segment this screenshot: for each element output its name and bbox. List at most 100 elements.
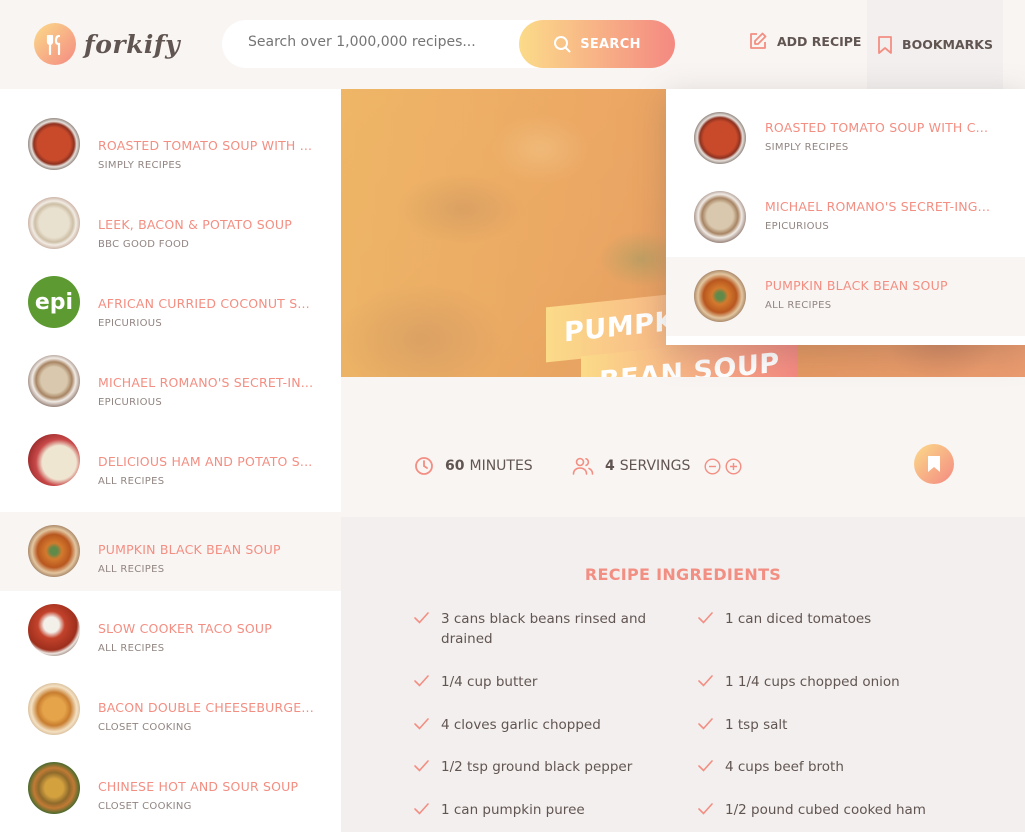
app-header: forkify SEARCH ADD RECIPE BOOKMARKS bbox=[0, 0, 1025, 89]
bookmark-publisher: ALL RECIPES bbox=[765, 300, 832, 311]
result-item[interactable]: DELICIOUS HAM AND POTATO S... ALL RECIPE… bbox=[0, 421, 341, 500]
add-recipe-label: ADD RECIPE bbox=[777, 33, 862, 49]
check-icon bbox=[414, 718, 429, 730]
search-input[interactable] bbox=[248, 34, 508, 50]
edit-icon bbox=[750, 32, 767, 49]
search-form: SEARCH bbox=[222, 20, 675, 68]
bookmark-icon bbox=[878, 35, 892, 54]
check-icon bbox=[414, 803, 429, 815]
result-item[interactable]: ROASTED TOMATO SOUP WITH ... SIMPLY RECI… bbox=[0, 105, 341, 184]
check-icon bbox=[414, 612, 429, 624]
recipe-ingredients: RECIPE INGREDIENTS 3 cans black beans ri… bbox=[341, 517, 1025, 832]
result-title: LEEK, BACON & POTATO SOUP bbox=[98, 217, 292, 232]
ingredient-item: 1/2 tsp ground black pepper bbox=[414, 757, 664, 777]
result-publisher: CLOSET COOKING bbox=[98, 722, 192, 733]
ingredient-item: 1/4 cup butter bbox=[414, 672, 664, 692]
search-icon bbox=[554, 36, 571, 53]
bookmarks-button[interactable]: BOOKMARKS bbox=[867, 0, 1003, 89]
add-recipe-button[interactable]: ADD RECIPE bbox=[748, 31, 861, 51]
check-icon bbox=[698, 803, 713, 815]
recipe-details: 60 MINUTES 4 SERVINGS bbox=[341, 377, 1025, 517]
result-title: AFRICAN CURRIED COCONUT S... bbox=[98, 296, 310, 311]
increase-servings-icon[interactable] bbox=[725, 457, 742, 475]
bookmarks-dropdown: ROASTED TOMATO SOUP WITH C... SIMPLY REC… bbox=[666, 89, 1025, 345]
servings-unit: SERVINGS bbox=[619, 458, 691, 474]
result-title: BACON DOUBLE CHEESEBURGE... bbox=[98, 700, 314, 715]
result-item[interactable]: BACON DOUBLE CHEESEBURGE... CLOSET COOKI… bbox=[0, 670, 341, 749]
users-icon bbox=[572, 457, 594, 475]
search-button-label: SEARCH bbox=[580, 36, 641, 52]
check-icon bbox=[414, 675, 429, 687]
cooking-time-value: 60 bbox=[445, 458, 465, 474]
bookmark-item[interactable]: MICHAEL ROMANO'S SECRET-ING... EPICURIOU… bbox=[666, 178, 1025, 257]
result-thumbnail bbox=[28, 118, 80, 170]
bookmarks-label: BOOKMARKS bbox=[902, 37, 993, 52]
result-thumbnail bbox=[28, 604, 80, 656]
result-title: CHINESE HOT AND SOUR SOUP bbox=[98, 779, 299, 794]
result-thumbnail bbox=[28, 434, 80, 486]
result-title: ROASTED TOMATO SOUP WITH ... bbox=[98, 138, 313, 153]
servings-value: 4 bbox=[605, 458, 615, 474]
bookmark-thumbnail bbox=[694, 112, 746, 164]
result-thumbnail bbox=[28, 525, 80, 577]
result-item[interactable]: LEEK, BACON & POTATO SOUP BBC GOOD FOOD bbox=[0, 184, 341, 263]
cooking-time-unit: MINUTES bbox=[469, 458, 533, 474]
result-publisher: SIMPLY RECIPES bbox=[98, 160, 182, 171]
result-thumbnail bbox=[28, 683, 80, 735]
bookmark-title: ROASTED TOMATO SOUP WITH C... bbox=[765, 120, 989, 135]
result-item-active[interactable]: PUMPKIN BLACK BEAN SOUP ALL RECIPES bbox=[0, 512, 341, 591]
result-publisher: EPICURIOUS bbox=[98, 318, 163, 329]
ingredient-item: 1 tsp salt bbox=[698, 715, 948, 735]
ingredient-item: 4 cloves garlic chopped bbox=[414, 715, 664, 735]
bookmark-thumbnail bbox=[694, 270, 746, 322]
ingredient-item: 4 cups beef broth bbox=[698, 757, 948, 777]
result-thumbnail bbox=[28, 197, 80, 249]
result-publisher: ALL RECIPES bbox=[98, 476, 165, 487]
result-thumbnail bbox=[28, 762, 80, 814]
check-icon bbox=[698, 760, 713, 772]
result-item[interactable]: SLOW COOKER TACO SOUP ALL RECIPES bbox=[0, 591, 341, 670]
app-logo[interactable]: forkify bbox=[34, 23, 180, 65]
result-title: DELICIOUS HAM AND POTATO S... bbox=[98, 454, 313, 469]
check-icon bbox=[698, 675, 713, 687]
bookmark-title: PUMPKIN BLACK BEAN SOUP bbox=[765, 278, 948, 293]
search-button[interactable]: SEARCH bbox=[519, 20, 675, 68]
search-results: ROASTED TOMATO SOUP WITH ... SIMPLY RECI… bbox=[0, 89, 341, 832]
bookmark-recipe-button[interactable] bbox=[914, 444, 954, 484]
result-item[interactable]: MICHAEL ROMANO'S SECRET-IN... EPICURIOUS bbox=[0, 342, 341, 421]
check-icon bbox=[698, 612, 713, 624]
result-title: PUMPKIN BLACK BEAN SOUP bbox=[98, 542, 281, 557]
bookmark-publisher: SIMPLY RECIPES bbox=[765, 142, 849, 153]
result-publisher: ALL RECIPES bbox=[98, 564, 165, 575]
result-title: MICHAEL ROMANO'S SECRET-IN... bbox=[98, 375, 314, 390]
ingredient-item: 3 cans black beans rinsed and drained bbox=[414, 609, 664, 649]
decrease-servings-icon[interactable] bbox=[704, 457, 721, 475]
clock-icon bbox=[415, 457, 433, 475]
ingredient-item: 1 can pumpkin puree bbox=[414, 800, 664, 820]
bookmark-thumbnail bbox=[694, 191, 746, 243]
result-item[interactable]: epi AFRICAN CURRIED COCONUT S... EPICURI… bbox=[0, 263, 341, 342]
bookmark-fill-icon bbox=[928, 456, 940, 472]
ingredient-item: 1 can diced tomatoes bbox=[698, 609, 948, 629]
result-title: SLOW COOKER TACO SOUP bbox=[98, 621, 272, 636]
bookmark-publisher: EPICURIOUS bbox=[765, 221, 830, 232]
bookmark-item[interactable]: ROASTED TOMATO SOUP WITH C... SIMPLY REC… bbox=[666, 99, 1025, 178]
ingredient-item: 1 1/4 cups chopped onion bbox=[698, 672, 948, 692]
servings: 4 SERVINGS bbox=[572, 456, 753, 476]
ingredient-item: 1/2 pound cubed cooked ham bbox=[698, 800, 948, 820]
result-thumbnail bbox=[28, 355, 80, 407]
bookmark-title: MICHAEL ROMANO'S SECRET-ING... bbox=[765, 199, 991, 214]
check-icon bbox=[698, 718, 713, 730]
ingredients-heading: RECIPE INGREDIENTS bbox=[584, 565, 782, 584]
check-icon bbox=[414, 760, 429, 772]
fork-logo-icon bbox=[34, 23, 76, 65]
result-thumbnail: epi bbox=[28, 276, 80, 328]
result-item[interactable]: CHINESE HOT AND SOUR SOUP CLOSET COOKING bbox=[0, 749, 341, 828]
bookmark-item-active[interactable]: PUMPKIN BLACK BEAN SOUP ALL RECIPES bbox=[666, 257, 1025, 336]
app-name: forkify bbox=[84, 29, 181, 59]
result-publisher: BBC GOOD FOOD bbox=[98, 239, 190, 250]
cooking-time: 60 MINUTES bbox=[414, 456, 533, 476]
result-publisher: CLOSET COOKING bbox=[98, 801, 192, 812]
result-publisher: EPICURIOUS bbox=[98, 397, 163, 408]
result-publisher: ALL RECIPES bbox=[98, 643, 165, 654]
